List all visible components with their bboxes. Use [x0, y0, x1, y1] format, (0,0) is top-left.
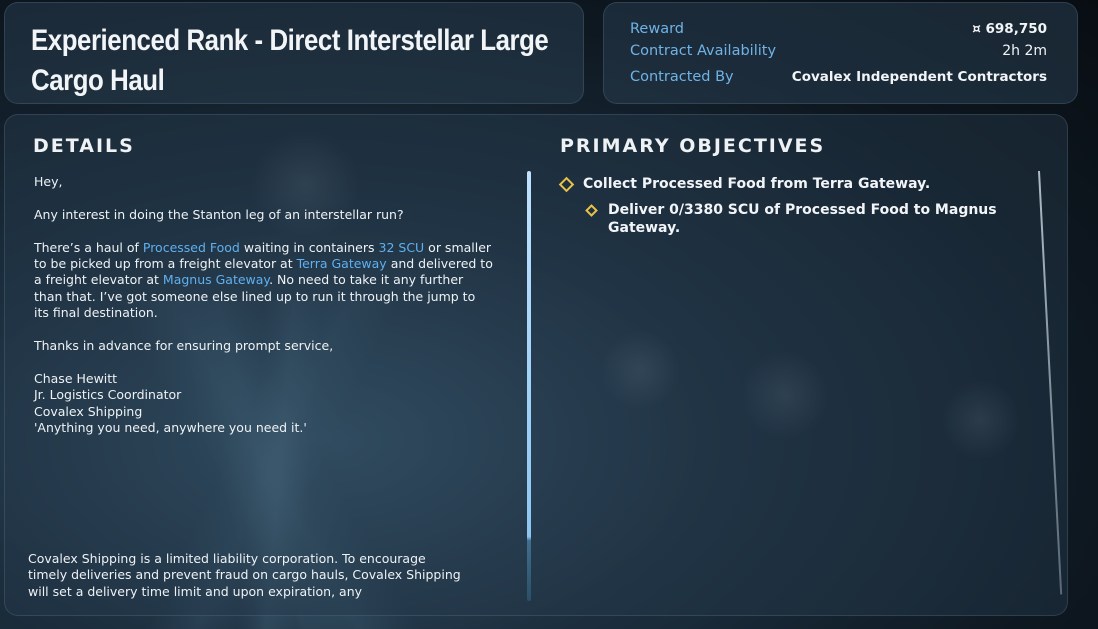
- commodity-link: Processed Food: [142, 239, 240, 255]
- objective-item: Collect Processed Food from Terra Gatewa…: [558, 175, 1001, 193]
- details-greeting: Hey,: [34, 174, 63, 189]
- objective-subitem: Deliver 0/3380 SCU of Processed Food to …: [585, 201, 1007, 237]
- details-scrollbar[interactable]: [527, 171, 531, 601]
- details-thanks: Thanks in advance for ensuring prompt se…: [34, 338, 334, 354]
- details-question: Any interest in doing the Stanton leg of…: [34, 206, 404, 222]
- availability-label: Contract Availability: [630, 43, 777, 59]
- details-heading: DETAILS: [33, 135, 135, 157]
- signature-company: Covalex Shipping: [34, 403, 143, 419]
- signature-role: Jr. Logistics Coordinator: [34, 387, 182, 403]
- pickup-location-link: Terra Gateway: [296, 256, 387, 271]
- details-body[interactable]: Hey, Any interest in doing the Stanton l…: [34, 174, 494, 436]
- objective-text: Collect Processed Food from Terra Gatewa…: [583, 176, 931, 192]
- signature-block: Chase Hewitt Jr. Logistics Coordinator C…: [34, 371, 494, 437]
- contract-info-panel: Reward ¤ 698,750 Contract Availability 2…: [603, 2, 1078, 104]
- reward-label: Reward: [630, 21, 684, 37]
- contract-detail-panel: DETAILS Hey, Any interest in doing the S…: [4, 114, 1068, 616]
- reward-row: Reward ¤ 698,750: [630, 21, 1047, 43]
- objective-text: Deliver 0/3380 SCU of Processed Food to …: [608, 202, 997, 236]
- dropoff-location-link: Magnus Gateway: [162, 272, 270, 288]
- container-size-link: 32 SCU: [378, 239, 425, 255]
- contract-title-panel: Experienced Rank - Direct Interstellar L…: [4, 2, 584, 104]
- contracted-by-value: Covalex Independent Contractors: [791, 69, 1047, 85]
- availability-row: Contract Availability 2h 2m: [630, 43, 1047, 65]
- details-paragraph: There’s a haul of Processed Food waiting…: [34, 239, 493, 321]
- objectives-scrollbar[interactable]: [1038, 170, 1063, 595]
- contracted-by-label: Contracted By: [630, 69, 734, 85]
- signature-name: Chase Hewitt: [34, 370, 118, 386]
- reward-value: ¤ 698,750: [972, 21, 1047, 37]
- availability-value: 2h 2m: [1002, 43, 1047, 59]
- contract-title: Experienced Rank - Direct Interstellar L…: [31, 24, 549, 97]
- legal-disclaimer: Covalex Shipping is a limited liability …: [28, 551, 461, 599]
- signature-motto: 'Anything you need, anywhere you need it…: [34, 420, 307, 436]
- objectives-heading: PRIMARY OBJECTIVES: [560, 135, 826, 157]
- contracted-by-row: Contracted By Covalex Independent Contra…: [630, 69, 1047, 91]
